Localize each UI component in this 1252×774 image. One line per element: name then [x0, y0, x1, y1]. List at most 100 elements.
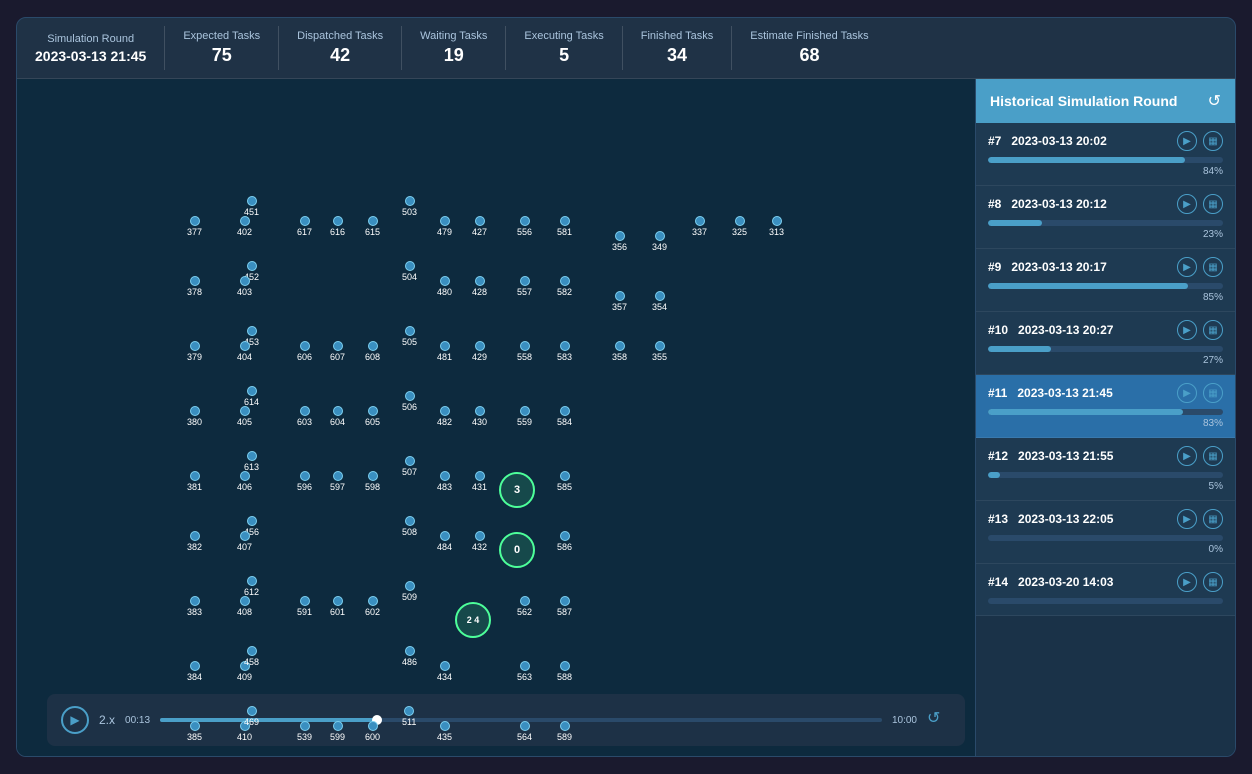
- node-label: 358: [612, 352, 627, 362]
- node-label: 349: [652, 242, 667, 252]
- node-label: 427: [472, 227, 487, 237]
- node-dot: [333, 341, 343, 351]
- round-chart-button[interactable]: ▦: [1203, 257, 1223, 277]
- map-node: 562: [517, 596, 532, 617]
- panel-title: Historical Simulation Round: [990, 93, 1177, 109]
- node-dot: [368, 596, 378, 606]
- app-window: Simulation Round 2023-03-13 21:45 Expect…: [16, 17, 1236, 757]
- refresh-playback-icon[interactable]: ↺: [927, 708, 951, 732]
- node-label: 429: [472, 352, 487, 362]
- node-dot: [333, 721, 343, 731]
- node-label: 313: [769, 227, 784, 237]
- map-node: 509: [402, 581, 417, 602]
- panel-header: Historical Simulation Round ↺: [976, 79, 1235, 123]
- round-progress-pct: 27%: [988, 355, 1223, 366]
- map-area: 3 0 2 4 ▶ 2.x 00:13 10:00 ↺ 377402451617…: [17, 79, 975, 756]
- round-header: #14 2023-03-20 14:03 ▶ ▦: [988, 572, 1223, 592]
- round-id: #12 2023-03-13 21:55: [988, 449, 1113, 463]
- round-play-button[interactable]: ▶: [1177, 257, 1197, 277]
- node-label: 584: [557, 417, 572, 427]
- round-play-button[interactable]: ▶: [1177, 320, 1197, 340]
- node-dot: [190, 471, 200, 481]
- node-dot: [247, 706, 257, 716]
- map-node: 581: [557, 216, 572, 237]
- round-chart-button[interactable]: ▦: [1203, 509, 1223, 529]
- node-label: 458: [244, 657, 259, 667]
- node-dot: [475, 531, 485, 541]
- expected-tasks-label: Expected Tasks: [183, 30, 260, 42]
- panel-refresh-icon[interactable]: ↺: [1208, 91, 1221, 111]
- node-label: 585: [557, 482, 572, 492]
- round-chart-button[interactable]: ▦: [1203, 572, 1223, 592]
- map-node: 431: [472, 471, 487, 492]
- map-node: 356: [612, 231, 627, 252]
- map-node: 379: [187, 341, 202, 362]
- node-dot: [520, 216, 530, 226]
- node-dot: [560, 406, 570, 416]
- node-dot: [240, 406, 250, 416]
- round-play-button[interactable]: ▶: [1177, 194, 1197, 214]
- map-node: 383: [187, 596, 202, 617]
- node-label: 409: [237, 672, 252, 682]
- node-dot: [655, 291, 665, 301]
- node-label: 556: [517, 227, 532, 237]
- node-label: 602: [365, 607, 380, 617]
- map-node: 428: [472, 276, 487, 297]
- round-progress-bar: [988, 220, 1223, 226]
- map-node: 614: [244, 386, 259, 407]
- node-label: 509: [402, 592, 417, 602]
- map-node: 558: [517, 341, 532, 362]
- map-node: 589: [557, 721, 572, 742]
- node-label: 435: [437, 732, 452, 742]
- node-dot: [405, 646, 415, 656]
- map-node: 427: [472, 216, 487, 237]
- round-play-button[interactable]: ▶: [1177, 572, 1197, 592]
- node-dot: [475, 216, 485, 226]
- node-label: 605: [365, 417, 380, 427]
- round-chart-button[interactable]: ▦: [1203, 383, 1223, 403]
- right-panel: Historical Simulation Round ↺ #7 2023-03…: [975, 79, 1235, 756]
- round-chart-button[interactable]: ▦: [1203, 320, 1223, 340]
- node-label: 617: [297, 227, 312, 237]
- round-chart-button[interactable]: ▦: [1203, 194, 1223, 214]
- node-label: 354: [652, 302, 667, 312]
- play-button[interactable]: ▶: [61, 706, 89, 734]
- round-play-button[interactable]: ▶: [1177, 509, 1197, 529]
- rounds-list[interactable]: #7 2023-03-13 20:02 ▶ ▦ 84% #8 2023-03-1…: [976, 123, 1235, 756]
- round-play-button[interactable]: ▶: [1177, 446, 1197, 466]
- round-item[interactable]: #9 2023-03-13 20:17 ▶ ▦ 85%: [976, 249, 1235, 312]
- map-node: 384: [187, 661, 202, 682]
- node-dot: [190, 661, 200, 671]
- round-item[interactable]: #13 2023-03-13 22:05 ▶ ▦ 0%: [976, 501, 1235, 564]
- waiting-tasks-stat: Waiting Tasks 19: [402, 26, 506, 70]
- round-chart-button[interactable]: ▦: [1203, 131, 1223, 151]
- map-node: 602: [365, 596, 380, 617]
- node-label: 431: [472, 482, 487, 492]
- map-node: 355: [652, 341, 667, 362]
- round-item[interactable]: #11 2023-03-13 21:45 ▶ ▦ 83%: [976, 375, 1235, 438]
- map-node: 378: [187, 276, 202, 297]
- speed-label: 2.x: [99, 713, 115, 727]
- node-label: 484: [437, 542, 452, 552]
- round-item[interactable]: #8 2023-03-13 20:12 ▶ ▦ 23%: [976, 186, 1235, 249]
- map-node: 597: [330, 471, 345, 492]
- round-actions: ▶ ▦: [1177, 509, 1223, 529]
- simulation-round-label: Simulation Round: [47, 33, 134, 45]
- round-item[interactable]: #7 2023-03-13 20:02 ▶ ▦ 84%: [976, 123, 1235, 186]
- round-play-button[interactable]: ▶: [1177, 131, 1197, 151]
- node-label: 377: [187, 227, 202, 237]
- node-label: 506: [402, 402, 417, 412]
- finished-tasks-label: Finished Tasks: [641, 30, 714, 42]
- map-node: 508: [402, 516, 417, 537]
- map-node: 349: [652, 231, 667, 252]
- round-item[interactable]: #12 2023-03-13 21:55 ▶ ▦ 5%: [976, 438, 1235, 501]
- round-progress-bar: [988, 157, 1223, 163]
- map-node: 556: [517, 216, 532, 237]
- map-node: 607: [330, 341, 345, 362]
- round-item[interactable]: #10 2023-03-13 20:27 ▶ ▦ 27%: [976, 312, 1235, 375]
- round-play-button[interactable]: ▶: [1177, 383, 1197, 403]
- node-dot: [560, 276, 570, 286]
- node-label: 432: [472, 542, 487, 552]
- round-item[interactable]: #14 2023-03-20 14:03 ▶ ▦: [976, 564, 1235, 616]
- round-chart-button[interactable]: ▦: [1203, 446, 1223, 466]
